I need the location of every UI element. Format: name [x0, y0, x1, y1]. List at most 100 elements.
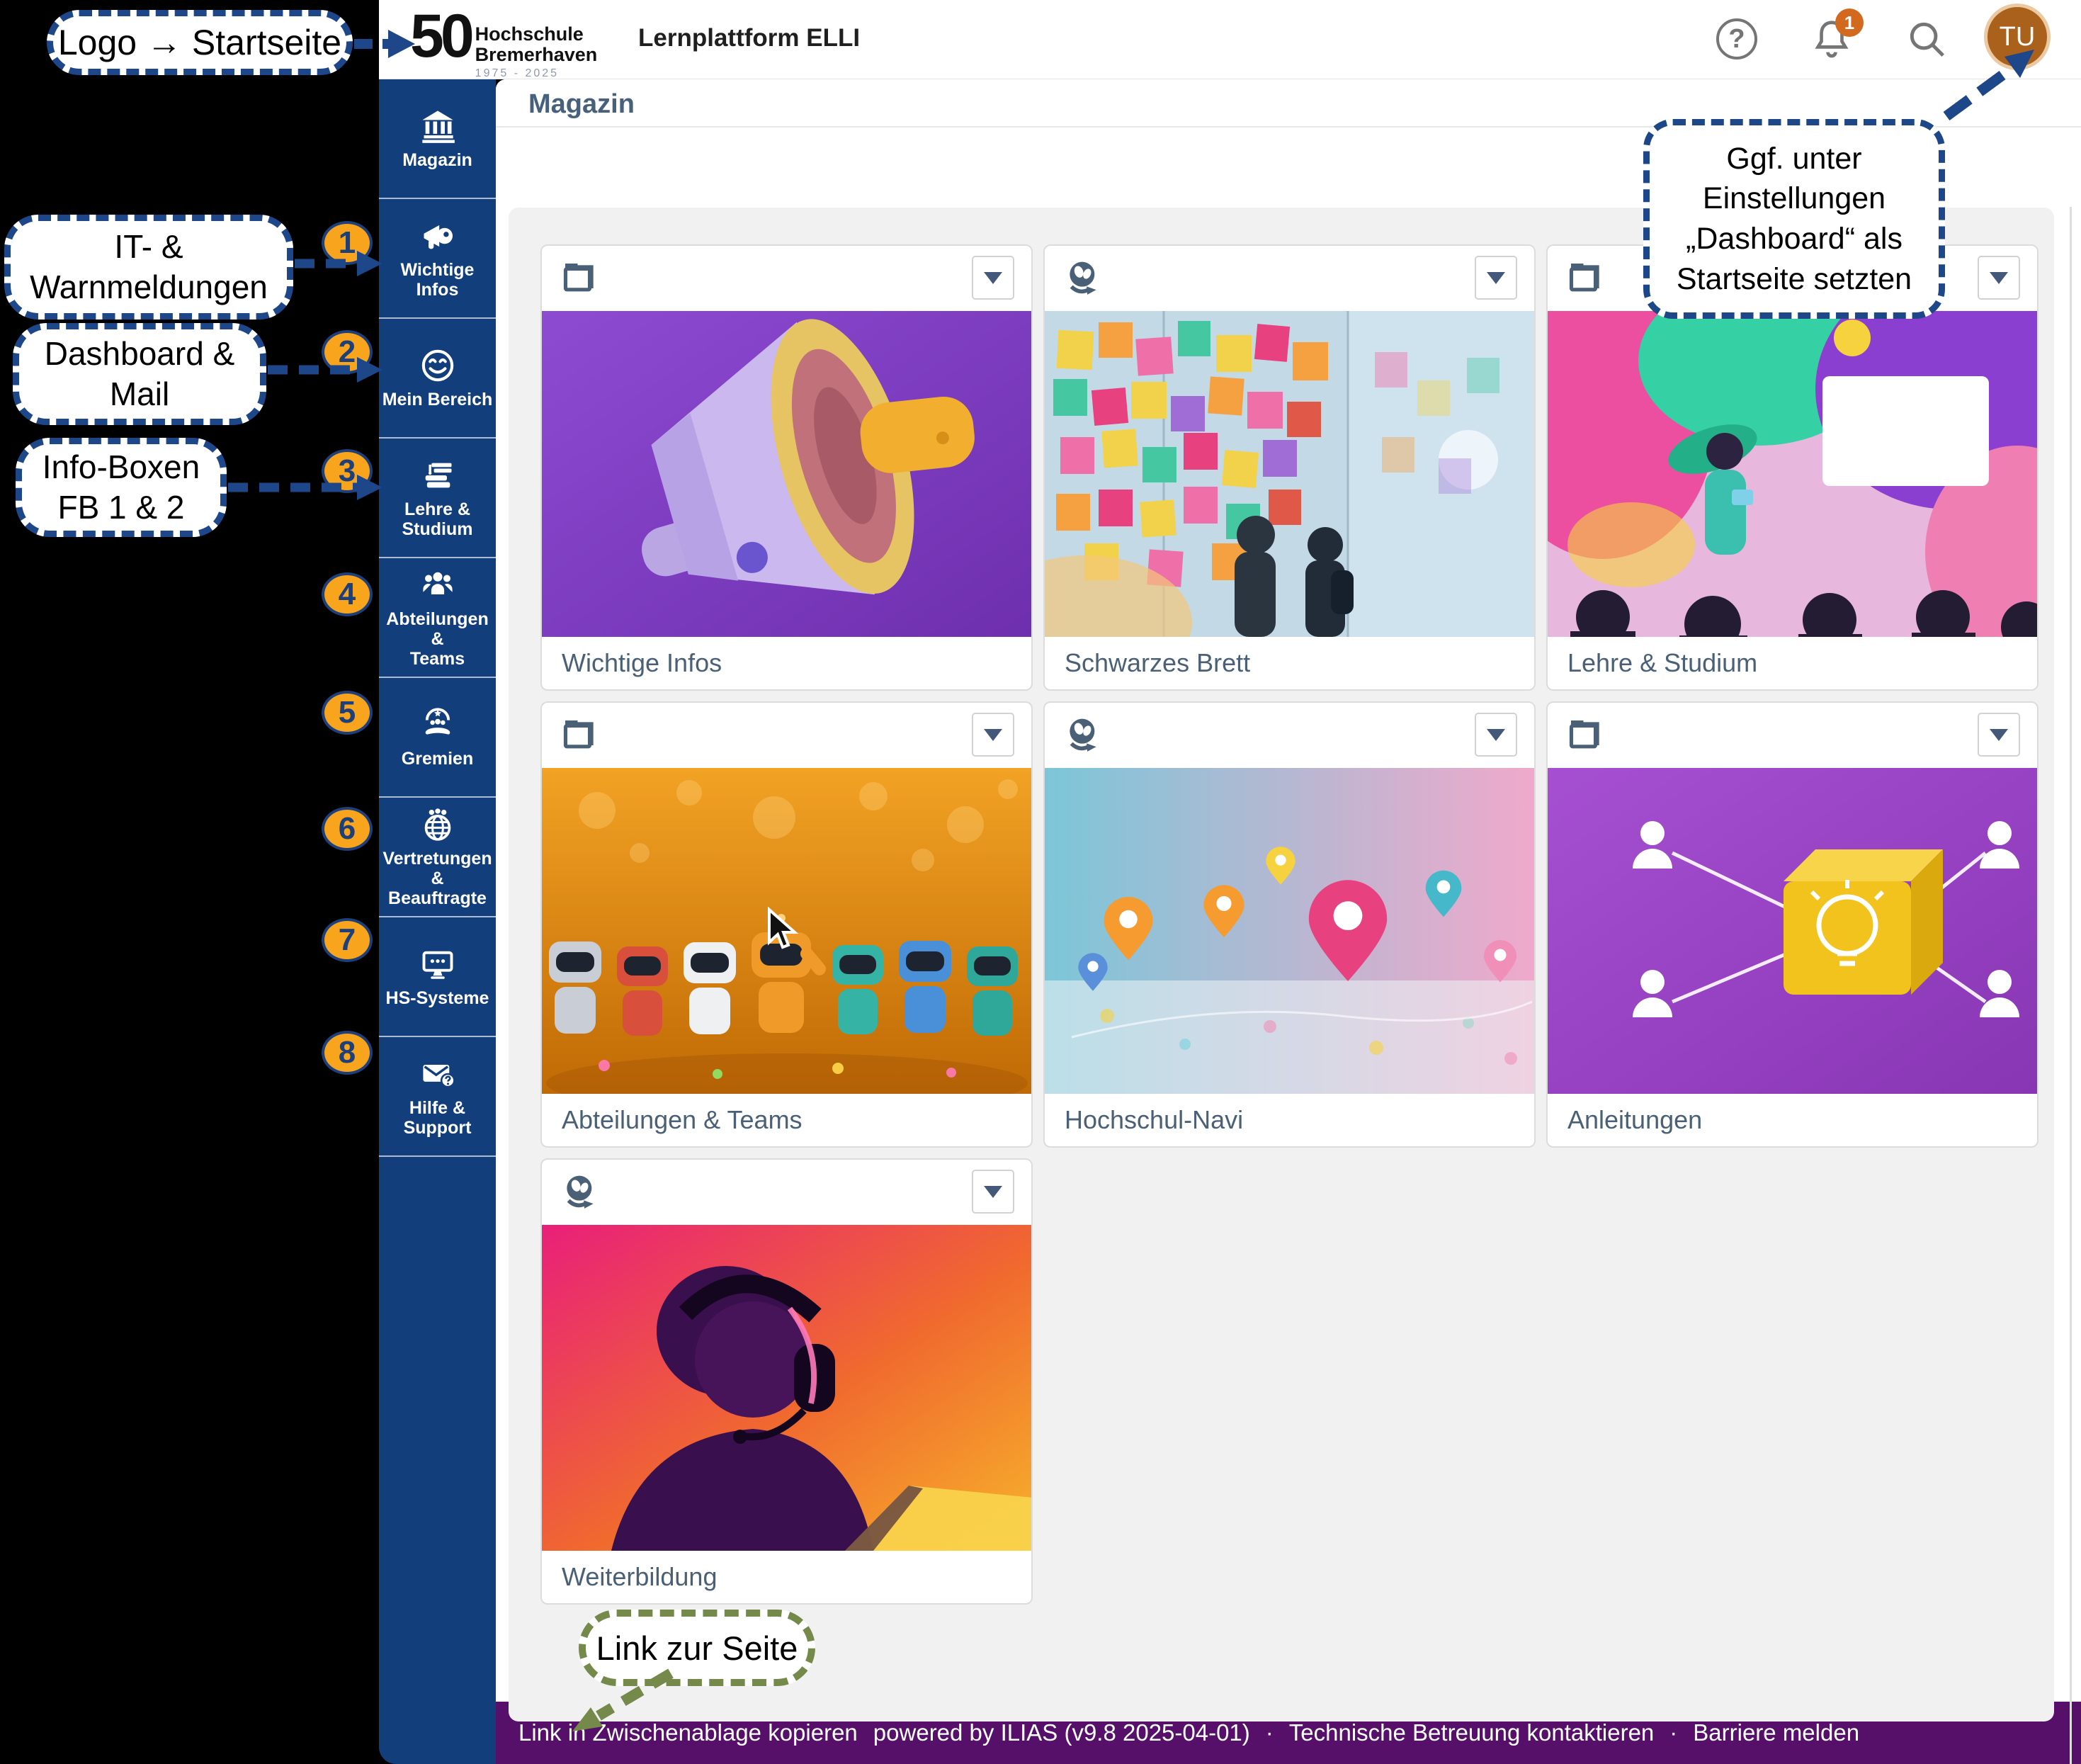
step-badge-6: 6 — [322, 807, 373, 851]
annotation-dashboard-startseite: Ggf. unter Einstellungen „Dashboard“ als… — [1643, 119, 1945, 319]
help-icon: ? — [1716, 18, 1757, 60]
card-actions-dropdown[interactable] — [1475, 256, 1517, 300]
sidebar-item-lehre-studium[interactable]: Lehre & Studium — [379, 439, 496, 558]
hochschule-bremerhaven-logo[interactable]: 50 Hochschule Bremerhaven 1975 - 2025 — [410, 6, 597, 80]
sidebar-item-label: Magazin — [402, 150, 472, 170]
chevron-down-icon — [984, 729, 1002, 741]
step-badge-3: 3 — [322, 449, 373, 493]
chevron-down-icon — [1990, 272, 2008, 284]
chevron-down-icon — [1487, 272, 1505, 284]
card-image-presentation[interactable] — [1548, 311, 2037, 637]
weblink-icon — [1063, 259, 1103, 298]
step-badge-1: 1 — [322, 221, 373, 265]
card-title-link[interactable]: Wichtige Infos — [542, 637, 1031, 678]
card-image-sticky-notes[interactable] — [1045, 311, 1534, 637]
card-image-headphones-person[interactable] — [542, 1225, 1031, 1551]
card-title-link[interactable]: Schwarzes Brett — [1045, 637, 1534, 678]
sidebar-item-label: Wichtige Infos — [382, 260, 493, 300]
content-area: Magazin — [496, 79, 2081, 1702]
sidebar-item-label: Hilfe & Support — [382, 1098, 493, 1138]
card-image-idea-network[interactable] — [1548, 768, 2037, 1094]
avatar[interactable]: TU — [1984, 4, 2051, 70]
logo-line2: Bremerhaven — [475, 45, 598, 65]
card-anleitungen: Anleitungen — [1546, 701, 2039, 1148]
step-badge-8: 8 — [322, 1031, 373, 1075]
folder-icon — [1566, 716, 1606, 755]
card-actions-dropdown[interactable] — [972, 256, 1014, 300]
mail-help-icon — [419, 1056, 456, 1092]
card-title-link[interactable]: Lehre & Studium — [1548, 637, 2037, 678]
sidebar-item-label: HS-Systeme — [386, 988, 489, 1008]
sidebar-item-wichtige-infos[interactable]: Wichtige Infos — [379, 199, 496, 319]
chevron-down-icon — [1990, 729, 2008, 741]
annotation-it-warnmeldungen: IT- & Warnmeldungen — [4, 215, 293, 320]
sidebar-item-abteilungen-teams[interactable]: Abteilungen & Teams — [379, 558, 496, 678]
step-badge-2: 2 — [322, 330, 373, 374]
step-badge-4: 4 — [322, 572, 373, 616]
annotated-screenshot: 50 Hochschule Bremerhaven 1975 - 2025 Le… — [0, 0, 2081, 1764]
weblink-icon — [1063, 716, 1103, 755]
committee-icon — [419, 706, 456, 743]
contact-support-link[interactable]: Technische Betreuung kontaktieren — [1289, 1719, 1655, 1746]
card-hochschul-navi: Hochschul-Navi — [1043, 701, 1536, 1148]
powered-by-ilias-link[interactable]: powered by ILIAS (v9.8 2025-04-01) — [873, 1719, 1250, 1746]
card-actions-dropdown[interactable] — [1475, 713, 1517, 757]
card-actions-dropdown[interactable] — [972, 713, 1014, 757]
annotation-link-zur-seite: Link zur Seite — [579, 1610, 815, 1686]
folder-icon — [560, 716, 600, 755]
sidebar-item-label: Lehre & Studium — [382, 499, 493, 539]
books-icon — [419, 457, 456, 494]
copy-link-action[interactable]: Link in Zwischenablage kopieren — [518, 1719, 858, 1746]
step-badge-5: 5 — [322, 691, 373, 735]
card-actions-dropdown[interactable] — [972, 1170, 1014, 1214]
chevron-down-icon — [984, 272, 1002, 284]
sidebar-item-hilfe-support[interactable]: Hilfe & Support — [379, 1037, 496, 1157]
card-wichtige-infos: Wichtige Infos — [540, 244, 1033, 691]
card-actions-dropdown[interactable] — [1978, 713, 2020, 757]
footer-separator: · — [1669, 1719, 1677, 1746]
card-title-link[interactable]: Weiterbildung — [542, 1551, 1031, 1592]
monitor-icon — [419, 946, 456, 983]
logo-50: 50 — [410, 6, 471, 67]
logo-line1: Hochschule — [475, 24, 598, 45]
breadcrumb[interactable]: Magazin — [528, 89, 635, 120]
folder-icon — [1566, 259, 1606, 298]
sidebar-item-vertretungen-beauftragte[interactable]: Vertretungen & Beauftragte — [379, 798, 496, 917]
smiley-icon — [419, 347, 456, 384]
card-weiterbildung: Weiterbildung — [540, 1158, 1033, 1605]
card-image-robots[interactable] — [542, 768, 1031, 1094]
notifications-button[interactable]: 1 — [1808, 16, 1855, 62]
folder-icon — [560, 259, 600, 298]
sidebar-item-gremien[interactable]: Gremien — [379, 678, 496, 798]
search-button[interactable] — [1903, 16, 1950, 62]
sidebar-item-magazin[interactable]: Magazin — [379, 79, 496, 199]
step-badge-7: 7 — [322, 918, 373, 962]
sidebar-item-label: Abteilungen & Teams — [382, 609, 493, 669]
annotation-logo-startseite: Logo → Startseite — [47, 10, 353, 75]
card-image-map-pins[interactable] — [1045, 768, 1534, 1094]
card-actions-dropdown[interactable] — [1978, 256, 2020, 300]
sidebar-item-mein-bereich[interactable]: Mein Bereich — [379, 319, 496, 439]
chevron-down-icon — [984, 1186, 1002, 1198]
card-title-link[interactable]: Abteilungen & Teams — [542, 1094, 1031, 1135]
header: 50 Hochschule Bremerhaven 1975 - 2025 Le… — [379, 0, 2081, 79]
card-title-link[interactable]: Hochschul-Navi — [1045, 1094, 1534, 1135]
notification-badge: 1 — [1835, 9, 1864, 37]
sidebar-item-label: Gremien — [402, 749, 473, 769]
scrollbar[interactable] — [2070, 207, 2072, 1764]
card-image-megaphone[interactable] — [542, 311, 1031, 637]
megaphone-icon — [419, 217, 456, 254]
help-button[interactable]: ? — [1713, 16, 1760, 62]
card-schwarzes-brett: Schwarzes Brett — [1043, 244, 1536, 691]
footer-separator: · — [1266, 1719, 1274, 1746]
sidebar-item-label: Vertretungen & Beauftragte — [382, 849, 493, 908]
chevron-down-icon — [1487, 729, 1505, 741]
report-barrier-link[interactable]: Barriere melden — [1693, 1719, 1859, 1746]
page-title: Lernplattform ELLI — [638, 24, 860, 52]
annotation-info-boxen: Info-Boxen FB 1 & 2 — [16, 438, 227, 537]
logo-years: 1975 - 2025 — [475, 67, 598, 80]
sidebar-item-hs-systeme[interactable]: HS-Systeme — [379, 917, 496, 1037]
card-abteilungen-teams: Abteilungen & Teams — [540, 701, 1033, 1148]
bank-icon — [419, 108, 456, 145]
card-title-link[interactable]: Anleitungen — [1548, 1094, 2037, 1135]
